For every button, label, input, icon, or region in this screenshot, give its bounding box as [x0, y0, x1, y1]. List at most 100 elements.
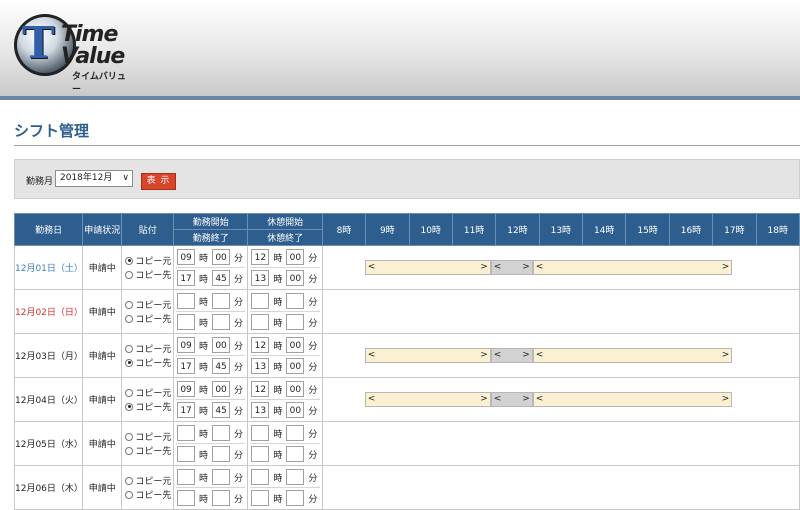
col-hour: 10時: [408, 213, 453, 246]
drag-left-arrow[interactable]: <: [536, 393, 544, 406]
drag-left-arrow[interactable]: <: [536, 349, 544, 362]
break-end-minute-input[interactable]: [286, 446, 305, 462]
break-start-hour-input[interactable]: [251, 293, 270, 309]
break-start-minute-input[interactable]: 00: [286, 381, 305, 397]
break-start-hour-input[interactable]: 12: [251, 381, 270, 397]
work-end-minute-input[interactable]: [212, 314, 231, 330]
break-start-minute-input[interactable]: 00: [286, 337, 305, 353]
drag-left-arrow[interactable]: <: [494, 393, 502, 406]
break-end-hour-input[interactable]: 13: [251, 270, 270, 286]
work-start-hour-input[interactable]: [177, 469, 196, 485]
col-date: 勤務日: [13, 213, 84, 246]
work-end-hour-input[interactable]: 17: [177, 358, 196, 374]
work-segment[interactable]: < >: [364, 348, 491, 363]
work-start-minute-input[interactable]: 00: [212, 337, 231, 353]
break-segment[interactable]: < >: [490, 392, 533, 407]
drag-left-arrow[interactable]: <: [536, 261, 544, 274]
work-start-minute-input[interactable]: [212, 425, 231, 441]
copy-dst-radio[interactable]: [125, 402, 134, 411]
drag-right-arrow[interactable]: >: [480, 349, 488, 362]
break-segment[interactable]: < >: [490, 348, 533, 363]
break-start-minute-input[interactable]: [286, 425, 305, 441]
break-end-hour-input[interactable]: 13: [251, 402, 270, 418]
month-select[interactable]: 2018年12月 ∨: [55, 170, 133, 187]
break-start-hour-input[interactable]: [251, 469, 270, 485]
copy-src-radio[interactable]: [125, 256, 134, 265]
copy-dst-radio[interactable]: [125, 358, 134, 367]
work-end-minute-input[interactable]: 45: [212, 358, 231, 374]
work-start-minute-input[interactable]: 00: [212, 249, 231, 265]
work-start-minute-input[interactable]: [212, 293, 231, 309]
minute-unit: 分: [308, 297, 318, 308]
break-start-hour-input[interactable]: [251, 425, 270, 441]
break-end-hour-input[interactable]: [251, 490, 270, 506]
break-start-hour-input[interactable]: 12: [251, 249, 270, 265]
minute-unit: 分: [308, 274, 318, 285]
work-start-hour-input[interactable]: 09: [177, 381, 196, 397]
work-end-minute-input[interactable]: 45: [212, 402, 231, 418]
work-start-hour-input[interactable]: 09: [177, 337, 196, 353]
work-end-hour-input[interactable]: 17: [177, 402, 196, 418]
work-start-hour-input[interactable]: [177, 425, 196, 441]
drag-left-arrow[interactable]: <: [368, 349, 376, 362]
break-end-hour-input[interactable]: 13: [251, 358, 270, 374]
break-end-hour-input[interactable]: [251, 314, 270, 330]
break-end-minute-input[interactable]: 00: [286, 270, 305, 286]
copy-src-radio[interactable]: [125, 344, 134, 353]
break-start-minute-input[interactable]: [286, 469, 305, 485]
drag-right-arrow[interactable]: >: [722, 349, 730, 362]
drag-left-arrow[interactable]: <: [368, 393, 376, 406]
copy-dst-radio[interactable]: [125, 270, 134, 279]
work-segment[interactable]: < >: [364, 392, 491, 407]
work-end-minute-input[interactable]: [212, 446, 231, 462]
copy-src-radio[interactable]: [125, 432, 134, 441]
copy-src-radio[interactable]: [125, 388, 134, 397]
copy-dst-label: コピー先: [135, 447, 172, 457]
drag-left-arrow[interactable]: <: [494, 349, 502, 362]
work-start-hour-input[interactable]: 09: [177, 249, 196, 265]
work-end-hour-input[interactable]: [177, 446, 196, 462]
work-end-minute-input[interactable]: [212, 490, 231, 506]
break-end-minute-input[interactable]: 00: [286, 402, 305, 418]
work-segment[interactable]: < >: [532, 392, 733, 407]
col-break-start: 休憩開始: [247, 213, 323, 230]
break-start-hour-input[interactable]: 12: [251, 337, 270, 353]
hour-unit: 時: [273, 429, 283, 440]
hour-unit: 時: [199, 253, 209, 264]
drag-left-arrow[interactable]: <: [494, 261, 502, 274]
break-end-hour-input[interactable]: [251, 446, 270, 462]
work-start-hour-input[interactable]: [177, 293, 196, 309]
drag-left-arrow[interactable]: <: [368, 261, 376, 274]
drag-right-arrow[interactable]: >: [522, 349, 530, 362]
work-segment[interactable]: < >: [532, 260, 733, 275]
copy-dst-radio[interactable]: [125, 446, 134, 455]
break-segment[interactable]: < >: [490, 260, 533, 275]
break-end-minute-input[interactable]: [286, 490, 305, 506]
work-segment[interactable]: < >: [532, 348, 733, 363]
break-start-minute-input[interactable]: 00: [286, 249, 305, 265]
work-segment[interactable]: < >: [364, 260, 491, 275]
drag-right-arrow[interactable]: >: [480, 393, 488, 406]
show-button[interactable]: 表 示: [141, 173, 176, 190]
copy-src-radio[interactable]: [125, 476, 134, 485]
drag-right-arrow[interactable]: >: [722, 393, 730, 406]
break-start-minute-input[interactable]: [286, 293, 305, 309]
drag-right-arrow[interactable]: >: [522, 261, 530, 274]
copy-options: コピー元 コピー先: [121, 245, 175, 290]
break-end-minute-input[interactable]: [286, 314, 305, 330]
work-end-hour-input[interactable]: 17: [177, 270, 196, 286]
work-end-hour-input[interactable]: [177, 314, 196, 330]
copy-src-radio[interactable]: [125, 300, 134, 309]
logo-mark: T: [22, 18, 55, 69]
drag-right-arrow[interactable]: >: [480, 261, 488, 274]
drag-right-arrow[interactable]: >: [522, 393, 530, 406]
copy-dst-radio[interactable]: [125, 314, 134, 323]
work-start-minute-input[interactable]: 00: [212, 381, 231, 397]
work-end-minute-input[interactable]: 45: [212, 270, 231, 286]
drag-right-arrow[interactable]: >: [722, 261, 730, 274]
work-start-minute-input[interactable]: [212, 469, 231, 485]
timeline-cell: < > < > < >: [321, 377, 800, 422]
work-end-hour-input[interactable]: [177, 490, 196, 506]
break-end-minute-input[interactable]: 00: [286, 358, 305, 374]
copy-dst-radio[interactable]: [125, 490, 134, 499]
